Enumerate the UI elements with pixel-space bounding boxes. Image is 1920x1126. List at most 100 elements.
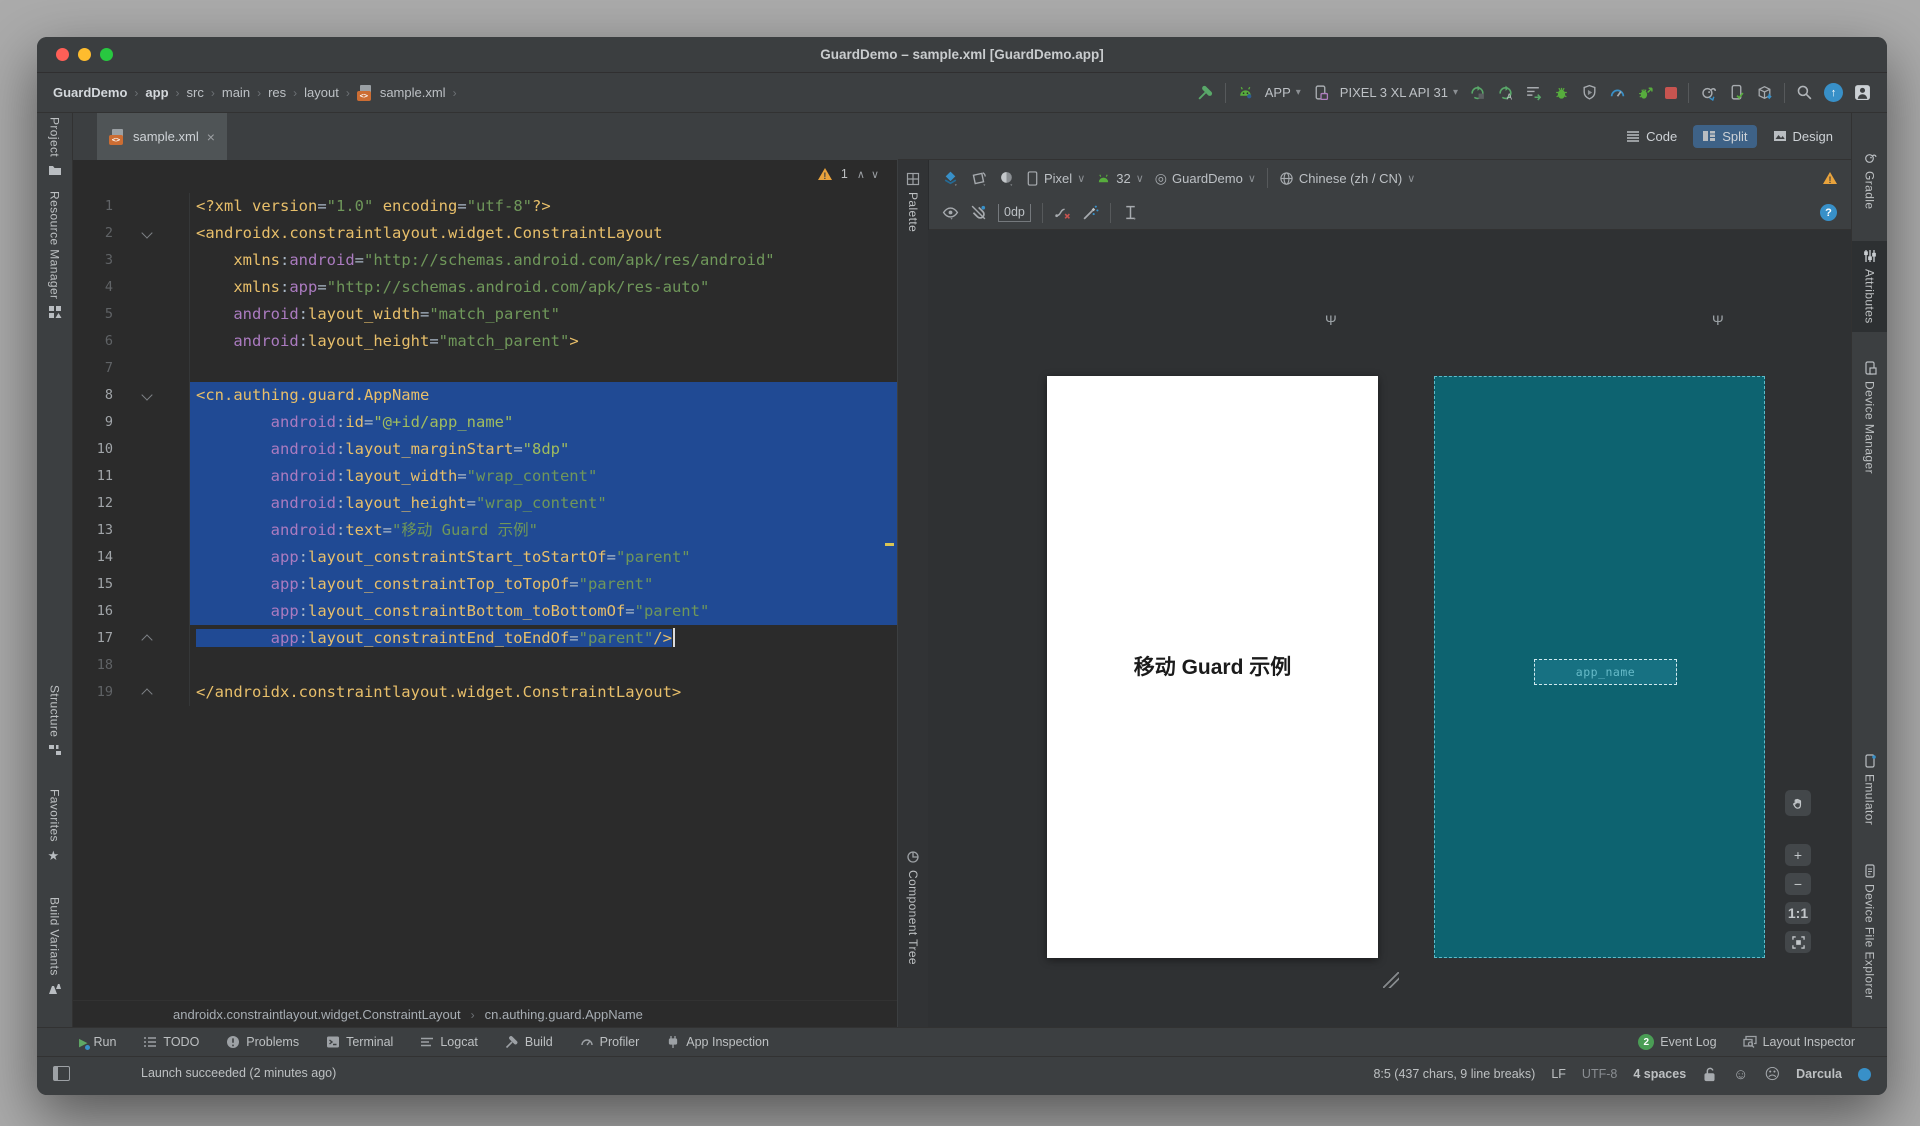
code-line[interactable]: 14 app:layout_constraintStart_toStartOf=… [73,544,897,571]
toolwindow-problems[interactable]: Problems [226,1035,299,1049]
screen-share-indicator[interactable] [1858,1068,1871,1081]
sidebar-item-emulator[interactable]: Emulator [1852,754,1887,825]
gradle-sync-icon[interactable] [1700,84,1717,101]
blueprint-preview[interactable]: app_name [1434,376,1765,958]
tab-palette[interactable]: Palette [898,172,928,232]
toolwindow-build[interactable]: Build [505,1035,553,1049]
orientation-icon[interactable] [970,170,987,187]
mode-code[interactable]: Code [1626,129,1677,144]
toolwindow-terminal[interactable]: Terminal [326,1035,393,1049]
device-manager-icon[interactable] [1728,84,1745,101]
code-line[interactable]: 16 app:layout_constraintBottom_toBottomO… [73,598,897,625]
zoom-out-button[interactable]: − [1785,873,1811,895]
code-line[interactable]: 10 android:layout_marginStart="8dp" [73,436,897,463]
breadcrumb-src[interactable]: src [187,85,204,100]
indent-setting[interactable]: 4 spaces [1633,1067,1686,1081]
sidebar-item-device-file-explorer[interactable]: Device File Explorer [1852,864,1887,999]
inspection-widget[interactable]: ! 1 ∧∨ [818,167,885,181]
sidebar-item-resource-manager[interactable]: Resource Manager [37,191,72,319]
sidebar-item-project[interactable]: Project [37,117,72,177]
code-line[interactable]: 3 xmlns:android="http://schemas.android.… [73,247,897,274]
code-line[interactable]: 2<androidx.constraintlayout.widget.Const… [73,220,897,247]
next-issue-icon[interactable]: ∨ [871,169,885,181]
profiler-gauge-icon[interactable] [1609,84,1626,101]
design-surface[interactable]: Ψ Ψ 移动 Guard 示例 app_name + − 1:1 [928,230,1851,1028]
breadcrumb-constraintlayout[interactable]: androidx.constraintlayout.widget.Constra… [173,1007,461,1022]
code-line[interactable]: 8<cn.authing.guard.AppName [73,382,897,409]
design-surface-icon[interactable] [942,170,959,187]
build-hammer-icon[interactable] [1197,84,1214,101]
breadcrumb-res[interactable]: res [268,85,286,100]
toolwindow-logcat[interactable]: Logcat [420,1035,478,1049]
code-line[interactable]: 15 app:layout_constraintTop_toTopOf="par… [73,571,897,598]
title-bar[interactable]: GuardDemo – sample.xml [GuardDemo.app] [37,37,1887,73]
search-icon[interactable] [1796,84,1813,101]
sidebar-item-favorites[interactable]: Favorites ★ [37,789,72,862]
apply-code-changes-icon[interactable] [1525,84,1542,101]
tool-stripes-toggle-icon[interactable] [53,1066,70,1081]
sidebar-item-structure[interactable]: Structure [37,685,72,757]
api-level-select[interactable]: 32 ∨ [1096,171,1144,186]
mode-split[interactable]: Split [1693,125,1756,148]
tab-component-tree[interactable]: Component Tree [898,850,928,965]
sidebar-item-device-manager[interactable]: Device Manager [1852,361,1887,474]
sidebar-item-gradle[interactable]: Gradle [1852,151,1887,209]
zoom-window-button[interactable] [100,48,113,61]
unlocked-icon[interactable] [1702,1067,1717,1082]
blueprint-app-name-widget[interactable]: app_name [1534,659,1677,685]
code-line[interactable]: 9 android:id="@+id/app_name" [73,409,897,436]
code-line[interactable]: 6 android:layout_height="match_parent"> [73,328,897,355]
profile-app-icon[interactable] [1581,84,1598,101]
fold-gutter[interactable] [123,382,190,409]
design-preview[interactable]: 移动 Guard 示例 [1047,376,1378,958]
fold-gutter[interactable] [123,679,190,706]
mode-design[interactable]: Design [1773,129,1833,144]
code-line[interactable]: 11 android:layout_width="wrap_content" [73,463,897,490]
toolwindow-profiler[interactable]: Profiler [580,1035,640,1049]
status-message[interactable]: Launch succeeded (2 minutes ago) [141,1066,336,1080]
run-icon[interactable] [1469,84,1486,101]
toolwindow-event-log[interactable]: 2 Event Log [1638,1034,1716,1050]
code-editor[interactable]: ! 1 ∧∨ 1<?xml version="1.0" encoding="ut… [73,160,897,1000]
zoom-to-fit-icon[interactable] [1785,931,1811,953]
apply-changes-icon[interactable]: A [1497,84,1514,101]
run-config-select[interactable]: APP ▾ [1265,85,1301,100]
breadcrumb-project[interactable]: GuardDemo [53,85,127,100]
view-options-eye-icon[interactable] [942,204,959,221]
close-window-button[interactable] [56,48,69,61]
file-encoding[interactable]: UTF-8 [1582,1067,1617,1081]
caret-position[interactable]: 8:5 (437 chars, 9 line breaks) [1373,1067,1535,1081]
fold-gutter[interactable] [123,220,190,247]
toolwindow-app-inspection[interactable]: App Inspection [666,1035,769,1049]
code-line[interactable]: 7 [73,355,897,382]
breadcrumb-main[interactable]: main [222,85,250,100]
code-line[interactable]: 13 android:text="移动 Guard 示例" [73,517,897,544]
minimize-window-button[interactable] [78,48,91,61]
theme-select[interactable]: ◎ GuardDemo ∨ [1155,170,1256,187]
code-line[interactable]: 5 android:layout_width="match_parent" [73,301,897,328]
toolwindow-todo[interactable]: TODO [143,1035,199,1049]
code-line[interactable]: 4 xmlns:app="http://schemas.android.com/… [73,274,897,301]
code-line[interactable]: 17 app:layout_constraintEnd_toEndOf="par… [73,625,897,652]
autoconnect-magnet-icon[interactable] [970,204,987,221]
sad-face-icon[interactable]: ☹ [1765,1065,1781,1083]
code-line[interactable]: 1<?xml version="1.0" encoding="utf-8"?> [73,193,897,220]
infer-constraints-wand-icon[interactable] [1082,204,1099,221]
pan-hand-icon[interactable] [1785,790,1811,816]
locale-select[interactable]: Chinese (zh / CN) ∨ [1279,171,1415,186]
sidebar-item-build-variants[interactable]: Build Variants [37,897,72,996]
user-avatar[interactable] [1854,84,1871,101]
fold-gutter[interactable] [123,625,190,652]
guidelines-icon[interactable] [1122,204,1139,221]
breadcrumb-appname[interactable]: cn.authing.guard.AppName [485,1007,643,1022]
line-separator[interactable]: LF [1551,1067,1566,1081]
render-warning-icon[interactable]: ! [1823,172,1837,184]
debug-icon[interactable] [1553,84,1570,101]
breadcrumb-app[interactable]: app [145,85,168,100]
tab-sample-xml[interactable]: <> sample.xml × [97,113,227,160]
default-margin-field[interactable]: 0dp [998,204,1031,222]
close-tab-icon[interactable]: × [207,129,215,145]
prev-issue-icon[interactable]: ∧ [857,169,871,181]
attach-debugger-icon[interactable] [1637,84,1654,101]
target-device-select[interactable]: PIXEL 3 XL API 31 ▾ [1340,85,1458,100]
